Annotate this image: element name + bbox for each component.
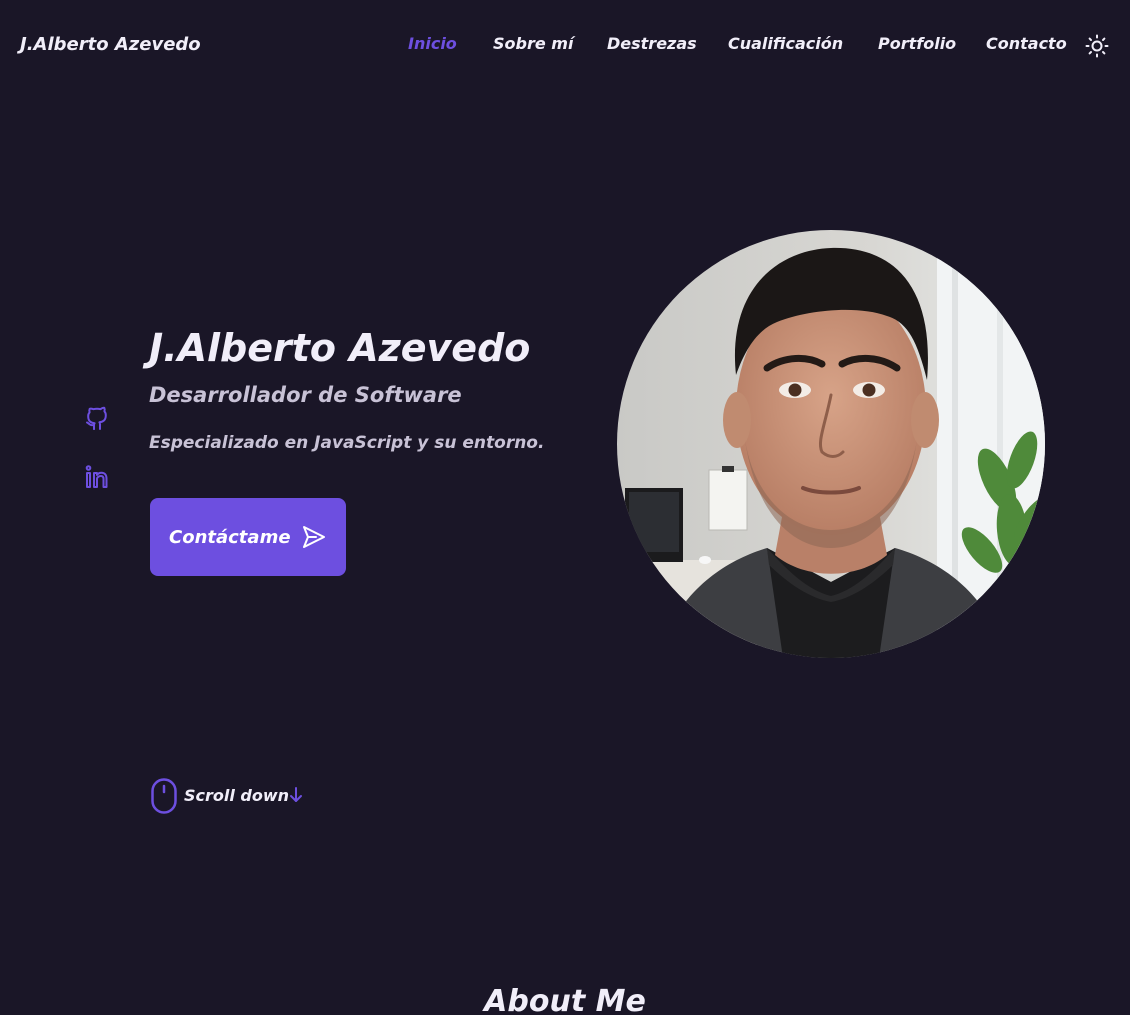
contact-me-label: Contáctame xyxy=(169,526,291,548)
scroll-down-label: Scroll down xyxy=(184,786,290,805)
arrow-down-icon xyxy=(290,787,302,802)
scroll-down-link[interactable]: Scroll down xyxy=(150,778,310,816)
send-icon xyxy=(302,526,325,548)
linkedin-link[interactable] xyxy=(85,464,109,490)
hero-title: Desarrollador de Software xyxy=(149,383,462,407)
nav-item-destrezas[interactable]: Destrezas xyxy=(607,34,697,53)
mouse-icon xyxy=(151,778,177,814)
contact-me-button[interactable]: Contáctame xyxy=(150,498,346,576)
nav-item-sobre-mi[interactable]: Sobre mí xyxy=(493,34,573,53)
nav-item-cualificacion[interactable]: Cualificación xyxy=(728,34,843,53)
hero-name: J.Alberto Azevedo xyxy=(149,326,531,370)
about-me-heading: About Me xyxy=(484,984,646,1015)
nav-item-contacto[interactable]: Contacto xyxy=(986,34,1067,53)
github-link[interactable] xyxy=(85,405,109,431)
header: J.Alberto Azevedo Inicio Sobre mí Destre… xyxy=(0,0,1130,90)
main-nav: Inicio Sobre mí Destrezas Cualificación … xyxy=(0,34,1130,58)
hero-description: Especializado en JavaScript y su entorno… xyxy=(149,433,545,453)
github-icon xyxy=(86,406,107,430)
profile-photo xyxy=(617,230,1045,658)
sun-icon xyxy=(1085,34,1109,58)
nav-item-inicio[interactable]: Inicio xyxy=(408,34,457,53)
page: J.Alberto Azevedo Inicio Sobre mí Destre… xyxy=(0,0,1130,1015)
linkedin-icon xyxy=(85,465,108,488)
theme-toggle-button[interactable] xyxy=(1085,34,1109,58)
nav-item-portfolio[interactable]: Portfolio xyxy=(878,34,956,53)
